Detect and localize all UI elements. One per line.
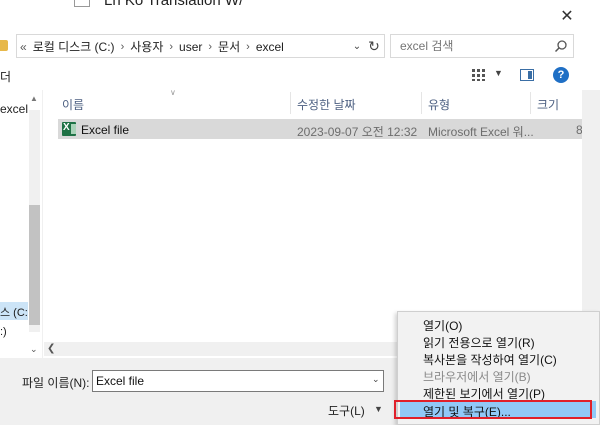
preview-pane-icon[interactable] (520, 69, 534, 81)
nav-item-local-disk[interactable]: 스 (C:) (0, 302, 28, 320)
menu-item-open-read-only[interactable]: 읽기 전용으로 열기(R) (400, 332, 596, 350)
filename-label: 파일 이름(N): (22, 376, 90, 390)
refresh-icon: ↻ (368, 37, 380, 54)
excel-file-icon (62, 122, 76, 136)
help-icon[interactable]: ? (553, 67, 569, 83)
column-header-type[interactable]: 유형 (428, 96, 450, 113)
nav-item-excel[interactable]: excel (0, 102, 28, 116)
window-icon (74, 0, 90, 7)
nav-scrollbar-thumb[interactable] (29, 205, 40, 325)
tools-dropdown-icon[interactable]: ▼ (374, 404, 383, 414)
column-header-size[interactable]: 크기 (537, 96, 559, 113)
view-dropdown-icon[interactable]: ▼ (494, 68, 503, 78)
breadcrumb-separator-icon[interactable]: › (208, 41, 212, 53)
menu-item-open-protected-view[interactable]: 제한된 보기에서 열기(P) (400, 383, 596, 401)
menu-item-open[interactable]: 열기(O) (400, 315, 596, 333)
scroll-left-icon[interactable]: ❮ (47, 343, 55, 354)
file-modified: 2023-09-07 오전 12:32 (297, 125, 418, 139)
search-icon[interactable] (554, 39, 568, 53)
refresh-button[interactable]: ↻ (365, 36, 383, 56)
folder-icon (0, 40, 8, 51)
filename-input[interactable] (92, 370, 384, 392)
title-bar (0, 0, 600, 30)
breadcrumb: « 로컬 디스크 (C:) › 사용자 › user › 문서 › excel (20, 38, 284, 55)
nav-item-drive[interactable]: :) (0, 326, 7, 338)
breadcrumb-separator-icon[interactable]: › (246, 41, 250, 53)
breadcrumb-segment-drive[interactable]: 로컬 디스크 (C:) (33, 38, 115, 55)
scroll-up-icon[interactable]: ▲ (30, 94, 38, 103)
breadcrumb-segment-documents[interactable]: 문서 (218, 38, 240, 55)
column-divider[interactable] (421, 92, 422, 114)
breadcrumb-segment-user[interactable]: user (179, 40, 202, 54)
address-dropdown-button[interactable]: ⌄ (350, 38, 364, 54)
column-header-modified[interactable]: 수정한 날짜 (297, 96, 356, 113)
scroll-down-icon[interactable]: ⌄ (30, 344, 38, 355)
menu-item-open-in-browser: 브라우저에서 열기(B) (400, 366, 596, 384)
view-grid-icon[interactable] (472, 69, 486, 81)
chevron-down-icon: ⌄ (352, 40, 362, 52)
column-divider[interactable] (530, 92, 531, 114)
file-type: Microsoft Excel 워... (428, 125, 534, 139)
nav-item-label: 스 (C:) (0, 307, 28, 319)
sort-chevron-icon: ∨ (170, 88, 176, 97)
close-icon: ✕ (560, 8, 574, 25)
column-divider[interactable] (290, 92, 291, 114)
breadcrumb-overflow-button[interactable]: « (20, 40, 27, 54)
file-name: Excel file (81, 123, 130, 137)
highlight-box (394, 400, 592, 419)
close-button[interactable]: ✕ (554, 5, 580, 27)
toolbar (0, 62, 600, 90)
tools-button[interactable]: 도구(L) (328, 402, 365, 419)
breadcrumb-segment-excel[interactable]: excel (256, 40, 284, 54)
breadcrumb-separator-icon[interactable]: › (121, 41, 125, 53)
filename-dropdown-icon[interactable]: ⌄ (372, 374, 380, 385)
search-input[interactable] (400, 39, 540, 53)
breadcrumb-separator-icon[interactable]: › (169, 41, 173, 53)
toolbar-new-folder-button[interactable]: 더 (0, 68, 11, 85)
window-title: Ln Ko Translation W/ (104, 0, 244, 9)
menu-item-open-as-copy[interactable]: 복사본을 작성하여 열기(C) (400, 349, 596, 367)
breadcrumb-segment-users[interactable]: 사용자 (130, 38, 163, 55)
column-header-name[interactable]: 이름 (62, 96, 84, 113)
